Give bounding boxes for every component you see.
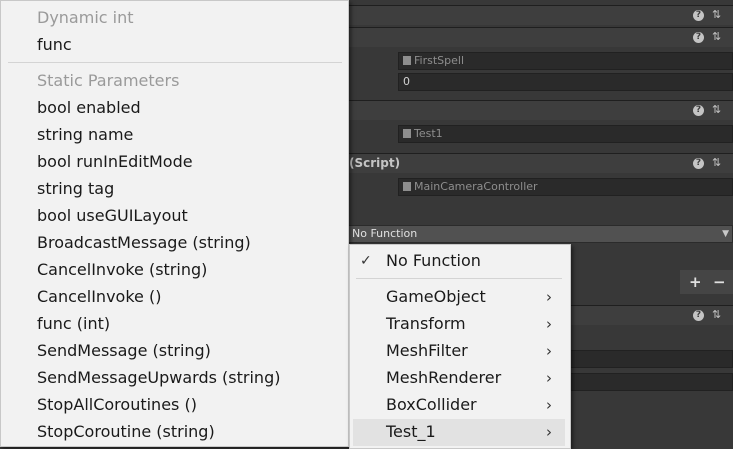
script-asset-icon bbox=[403, 182, 411, 191]
menu-item-cancelinvoke[interactable]: CancelInvoke () bbox=[37, 287, 161, 307]
submenu-arrow-icon: › bbox=[546, 369, 552, 387]
remove-listener-button[interactable]: − bbox=[713, 273, 726, 291]
menu-item-boxcollider[interactable]: BoxCollider › bbox=[350, 392, 570, 419]
menu-item-bool-runineditmode[interactable]: bool runInEditMode bbox=[37, 152, 193, 172]
maincamera-object-label: MainCameraController bbox=[414, 180, 538, 193]
settings-icon[interactable]: ⇅ bbox=[712, 31, 721, 43]
inspector-field[interactable] bbox=[570, 373, 733, 391]
menu-item-func[interactable]: func bbox=[37, 35, 72, 55]
submenu-arrow-icon: › bbox=[546, 315, 552, 333]
menu-item-label: Transform bbox=[386, 314, 466, 333]
firstspell-object-field[interactable]: FirstSpell bbox=[398, 52, 733, 70]
menu-separator bbox=[8, 62, 342, 63]
function-dropdown[interactable]: No Function ▼ bbox=[348, 225, 733, 243]
menu-item-bool-enabled[interactable]: bool enabled bbox=[37, 98, 141, 118]
settings-icon[interactable]: ⇅ bbox=[712, 104, 721, 116]
menu-item-label: GameObject bbox=[386, 287, 486, 306]
settings-icon[interactable]: ⇅ bbox=[712, 309, 721, 321]
menu-item-label: No Function bbox=[386, 251, 481, 270]
menu-item-meshrenderer[interactable]: MeshRenderer › bbox=[350, 365, 570, 392]
menu-item-label: MeshRenderer bbox=[386, 368, 502, 387]
menu-item-test-1[interactable]: Test_1 › bbox=[353, 419, 565, 446]
add-listener-button[interactable]: + bbox=[689, 273, 702, 291]
test1-object-label: Test1 bbox=[414, 127, 443, 140]
help-icon[interactable]: ? bbox=[693, 310, 704, 321]
menu-section-header-dynamic: Dynamic int bbox=[37, 8, 134, 27]
menu-item-string-tag[interactable]: string tag bbox=[37, 179, 114, 199]
menu-item-transform[interactable]: Transform › bbox=[350, 311, 570, 338]
event-list-footer: + − bbox=[680, 270, 733, 294]
submenu-arrow-icon: › bbox=[546, 288, 552, 306]
test1-object-field[interactable]: Test1 bbox=[398, 125, 733, 143]
maincamera-object-field[interactable]: MainCameraController bbox=[398, 178, 733, 196]
menu-item-stopcoroutine-string[interactable]: StopCoroutine (string) bbox=[37, 422, 215, 442]
menu-item-cancelinvoke-string[interactable]: CancelInvoke (string) bbox=[37, 260, 207, 280]
component-title: (Script) bbox=[349, 156, 401, 170]
function-popup-menu: Dynamic int func Static Parameters bool … bbox=[0, 0, 349, 447]
menu-item-no-function[interactable]: ✓ No Function bbox=[350, 248, 570, 275]
check-icon: ✓ bbox=[360, 253, 372, 269]
script-asset-icon bbox=[403, 129, 411, 138]
menu-item-sendmessageupwards[interactable]: SendMessageUpwards (string) bbox=[37, 368, 280, 388]
firstspell-object-label: FirstSpell bbox=[414, 54, 464, 67]
menu-item-string-name[interactable]: string name bbox=[37, 125, 133, 145]
help-icon[interactable]: ? bbox=[693, 10, 704, 21]
dropdown-arrow-icon: ▼ bbox=[722, 229, 729, 239]
component-popup-menu: ✓ No Function GameObject › Transform › M… bbox=[349, 244, 571, 449]
menu-item-label: Test_1 bbox=[386, 422, 436, 441]
menu-item-gameobject[interactable]: GameObject › bbox=[350, 284, 570, 311]
function-dropdown-value: No Function bbox=[352, 227, 418, 240]
menu-item-label: BoxCollider bbox=[386, 395, 477, 414]
menu-item-label: MeshFilter bbox=[386, 341, 468, 360]
menu-item-sendmessage[interactable]: SendMessage (string) bbox=[37, 341, 211, 361]
menu-item-bool-useguilayout[interactable]: bool useGUILayout bbox=[37, 206, 188, 226]
menu-item-func-int[interactable]: func (int) bbox=[37, 314, 110, 334]
settings-icon[interactable]: ⇅ bbox=[712, 157, 721, 169]
script-asset-icon bbox=[403, 56, 411, 65]
menu-separator bbox=[356, 278, 562, 279]
settings-icon[interactable]: ⇅ bbox=[712, 9, 721, 21]
submenu-arrow-icon: › bbox=[546, 342, 552, 360]
submenu-arrow-icon: › bbox=[546, 396, 552, 414]
menu-item-broadcastmessage[interactable]: BroadcastMessage (string) bbox=[37, 233, 251, 253]
help-icon[interactable]: ? bbox=[693, 32, 704, 43]
menu-item-meshfilter[interactable]: MeshFilter › bbox=[350, 338, 570, 365]
help-icon[interactable]: ? bbox=[693, 105, 704, 116]
menu-item-stopallcoroutines[interactable]: StopAllCoroutines () bbox=[37, 395, 197, 415]
int-value-field[interactable]: 0 bbox=[398, 73, 733, 91]
menu-section-header-static: Static Parameters bbox=[37, 71, 180, 90]
submenu-arrow-icon: › bbox=[546, 423, 552, 441]
help-icon[interactable]: ? bbox=[693, 158, 704, 169]
inspector-field[interactable] bbox=[570, 350, 733, 368]
